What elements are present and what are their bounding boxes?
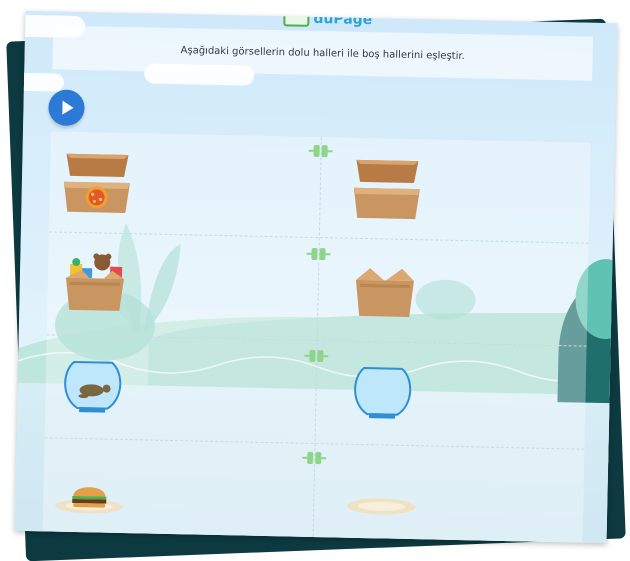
connector-icon[interactable] <box>302 451 327 465</box>
pizza-box-full-icon[interactable] <box>61 150 132 217</box>
plate-with-burger-icon[interactable] <box>53 480 126 516</box>
instruction-text: Aşağıdaki görsellerin dolu halleri ile b… <box>180 44 465 62</box>
play-icon <box>62 100 74 115</box>
connector-icon[interactable] <box>306 247 331 261</box>
logo-icon <box>283 10 310 27</box>
app-logo: duPage <box>283 10 373 29</box>
logo-text: duPage <box>313 10 373 29</box>
connector-icon[interactable] <box>304 349 329 363</box>
connector-icon[interactable] <box>308 144 333 158</box>
cardboard-box-empty-icon[interactable] <box>349 266 420 319</box>
matching-board <box>42 131 591 544</box>
toy-box-full-icon[interactable] <box>61 252 128 315</box>
pizza-box-empty-icon[interactable] <box>351 156 422 223</box>
fishbowl-with-turtle-icon[interactable] <box>61 358 124 415</box>
plate-empty-icon[interactable] <box>345 494 417 520</box>
activity-card: duPage Aşağıdaki görsellerin dolu haller… <box>14 10 618 544</box>
fishbowl-empty-icon[interactable] <box>351 364 414 421</box>
